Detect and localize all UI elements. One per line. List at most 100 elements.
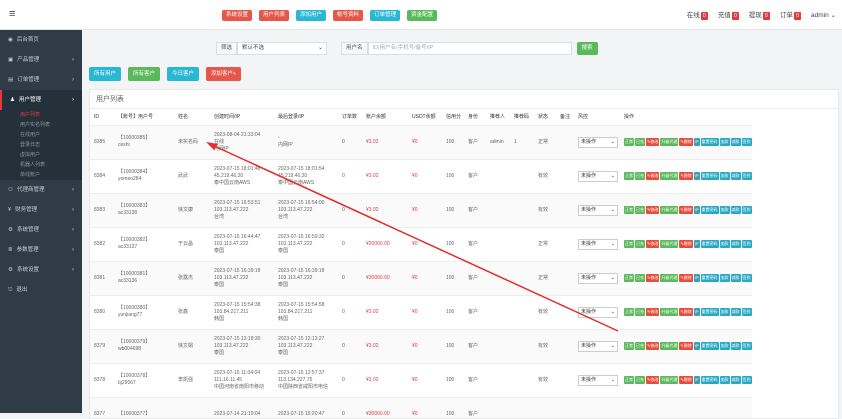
risk-select[interactable]: 未操作 ⌄	[578, 306, 618, 318]
op-button[interactable]: 升级代理	[660, 274, 679, 282]
op-button[interactable]: 升级代理	[660, 240, 679, 248]
top-button[interactable]: 用户列表	[259, 10, 290, 21]
op-button[interactable]: 升级代理	[660, 376, 679, 384]
action-button[interactable]: 添加客户+	[206, 67, 242, 81]
op-button[interactable]: ✎修改	[646, 308, 660, 316]
op-button[interactable]: 重置密码	[700, 240, 719, 248]
op-button[interactable]: ✎删除	[679, 172, 693, 180]
op-button[interactable]: IP	[693, 274, 700, 282]
op-button[interactable]: ✎删除	[679, 308, 693, 316]
search-input[interactable]: ID/用户名/手机号/备号/IP	[367, 41, 572, 55]
sidebar-item[interactable]: ⎋ 退出	[0, 280, 82, 300]
op-button[interactable]: 签到	[741, 308, 752, 316]
op-button[interactable]: ✎修改	[646, 240, 660, 248]
op-button[interactable]: 重置密码	[700, 308, 719, 316]
risk-select[interactable]: 未操作 ⌄	[578, 374, 618, 386]
op-button[interactable]: 重置密码	[700, 138, 719, 146]
op-button[interactable]: 加款	[719, 172, 730, 180]
action-button[interactable]: 所有客户	[128, 67, 161, 81]
top-button[interactable]: 订单管理	[370, 10, 401, 21]
op-button[interactable]: 减款	[730, 172, 741, 180]
op-button[interactable]: 正常	[624, 240, 634, 248]
sidebar-item[interactable]: ≣ 参数管理 ›	[0, 240, 82, 260]
sidebar-item[interactable]: ▣ 产品管理 ›	[0, 50, 82, 70]
top-button[interactable]: 添加用户	[296, 10, 327, 21]
op-button[interactable]: 签到	[741, 206, 752, 214]
sidebar-subitem[interactable]: 在线用户	[0, 130, 82, 140]
action-button[interactable]: 所有用户	[89, 67, 122, 81]
op-button[interactable]: 重置密码	[700, 274, 719, 282]
op-button[interactable]: 正常	[624, 376, 634, 384]
op-button[interactable]: 正常	[624, 172, 634, 180]
op-button[interactable]: 正常	[624, 138, 634, 146]
op-button[interactable]: 减款	[730, 138, 741, 146]
op-button[interactable]: 已充	[635, 240, 645, 248]
op-button[interactable]: 重置密码	[700, 342, 719, 350]
action-button[interactable]: 今日客户	[167, 67, 200, 81]
op-button[interactable]: 减款	[730, 240, 741, 248]
op-button[interactable]: 正常	[624, 342, 634, 350]
op-button[interactable]: 正常	[624, 308, 634, 316]
op-button[interactable]: 已充	[635, 274, 645, 282]
op-button[interactable]: ✎修改	[646, 376, 660, 384]
op-button[interactable]: IP	[693, 172, 700, 180]
op-button[interactable]: 已充	[635, 342, 645, 350]
op-button[interactable]: 升级代理	[660, 138, 679, 146]
risk-select[interactable]: 未操作 ⌄	[578, 204, 618, 216]
op-button[interactable]: 签到	[741, 240, 752, 248]
op-button[interactable]: 正常	[624, 206, 634, 214]
op-button[interactable]: ✎删除	[679, 342, 693, 350]
sidebar-subitem[interactable]: 单线账户	[0, 170, 82, 180]
op-button[interactable]: 升级代理	[660, 342, 679, 350]
op-button[interactable]: 加款	[719, 274, 730, 282]
op-button[interactable]: 减款	[730, 342, 741, 350]
op-button[interactable]: 签到	[741, 138, 752, 146]
op-button[interactable]: 加款	[719, 206, 730, 214]
op-button[interactable]: 升级代理	[660, 172, 679, 180]
sidebar-item[interactable]: ¥ 财务管理 ›	[0, 200, 82, 220]
op-button[interactable]: IP	[693, 206, 700, 214]
op-button[interactable]: 正常	[624, 274, 634, 282]
op-button[interactable]: ✎修改	[646, 342, 660, 350]
stat-1[interactable]: 充值 0	[718, 9, 739, 20]
op-button[interactable]: 重置密码	[700, 206, 719, 214]
op-button[interactable]: 已充	[635, 206, 645, 214]
op-button[interactable]: 加款	[719, 308, 730, 316]
op-button[interactable]: 升级代理	[660, 206, 679, 214]
op-button[interactable]: IP	[693, 308, 700, 316]
op-button[interactable]: ✎修改	[646, 138, 660, 146]
op-button[interactable]: 减款	[730, 308, 741, 316]
sidebar-subitem[interactable]: 机器人列表	[0, 160, 82, 170]
op-button[interactable]: 减款	[730, 274, 741, 282]
op-button[interactable]: 加款	[719, 376, 730, 384]
op-button[interactable]: 加款	[719, 342, 730, 350]
sidebar-item[interactable]: ♟ 用户管理 ›	[0, 90, 82, 110]
risk-select[interactable]: 未操作 ⌄	[578, 136, 618, 148]
op-button[interactable]: 签到	[741, 376, 752, 384]
stat-2[interactable]: 提现 0	[749, 9, 770, 20]
sidebar-item[interactable]: ⚙ 系统设置 ›	[0, 260, 82, 280]
op-button[interactable]: 签到	[741, 274, 752, 282]
op-button[interactable]: 签到	[741, 342, 752, 350]
op-button[interactable]: 减款	[730, 376, 741, 384]
op-button[interactable]: IP	[693, 342, 700, 350]
op-button[interactable]: ✎修改	[646, 206, 660, 214]
filter-select[interactable]: 默认不选 ⌄	[237, 41, 328, 55]
op-button[interactable]: ✎删除	[679, 274, 693, 282]
risk-select[interactable]: 未操作 ⌄	[578, 340, 618, 352]
risk-select[interactable]: 未操作 ⌄	[578, 272, 618, 284]
op-button[interactable]: 升级代理	[660, 308, 679, 316]
op-button[interactable]: 加款	[719, 138, 730, 146]
top-button[interactable]: 帐号资料	[333, 10, 364, 21]
top-button[interactable]: 资金配置	[407, 10, 438, 21]
stat-0[interactable]: 在线 0	[687, 9, 708, 20]
op-button[interactable]: ✎修改	[646, 172, 660, 180]
op-button[interactable]: ✎删除	[679, 138, 693, 146]
op-button[interactable]: 重置密码	[700, 172, 719, 180]
risk-select[interactable]: 未操作 ⌄	[578, 170, 618, 182]
sidebar-item[interactable]: ◉ 后台首页	[0, 30, 82, 50]
top-button[interactable]: 系统设置	[222, 10, 253, 21]
op-button[interactable]: 签到	[741, 172, 752, 180]
op-button[interactable]: ✎删除	[679, 376, 693, 384]
sidebar-subitem[interactable]: 登录日志	[0, 140, 82, 150]
